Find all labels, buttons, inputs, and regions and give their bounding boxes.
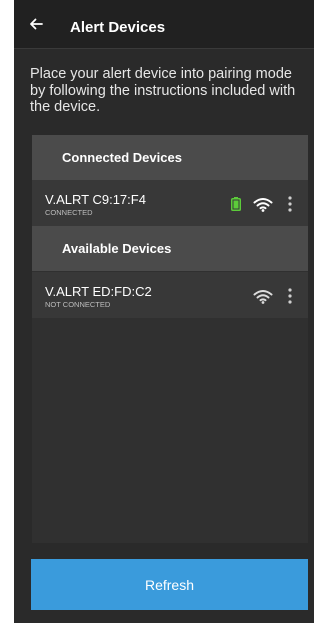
connected-devices-label: Connected Devices (62, 150, 182, 165)
wifi-signal-icon (253, 290, 273, 304)
app-bar: Alert Devices (14, 0, 314, 49)
connected-device-row[interactable]: V.ALRT C9:17:F4 CONNECTED (32, 180, 308, 226)
available-devices-label: Available Devices (62, 241, 172, 256)
page-title: Alert Devices (70, 19, 166, 36)
device-name: V.ALRT ED:FD:C2 (45, 284, 152, 299)
available-device-row[interactable]: V.ALRT ED:FD:C2 NOT CONNECTED (32, 272, 308, 318)
arrow-left-icon[interactable] (28, 16, 44, 32)
connected-devices-header: Connected Devices (32, 135, 308, 180)
more-vert-icon[interactable] (287, 195, 293, 213)
device-list: Connected Devices V.ALRT C9:17:F4 CONNEC… (32, 135, 308, 543)
device-name: V.ALRT C9:17:F4 (45, 192, 146, 207)
more-vert-icon[interactable] (287, 287, 293, 305)
refresh-button[interactable]: Refresh (31, 559, 308, 610)
pairing-instructions: Place your alert device into pairing mod… (30, 66, 296, 115)
available-devices-header: Available Devices (32, 226, 308, 271)
wifi-signal-icon (253, 198, 273, 212)
battery-full-icon (231, 197, 241, 211)
phone-screen: Alert Devices Place your alert device in… (14, 0, 314, 623)
device-status: CONNECTED (45, 208, 93, 217)
device-status: NOT CONNECTED (45, 300, 111, 309)
